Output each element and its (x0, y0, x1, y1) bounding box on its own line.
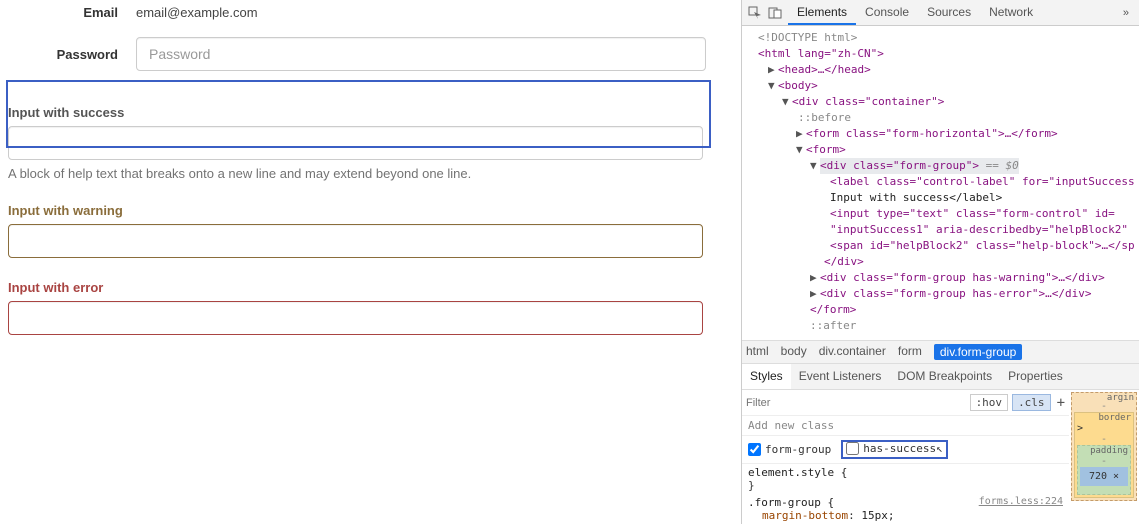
inspect-icon[interactable] (748, 6, 762, 20)
tab-network[interactable]: Network (980, 0, 1042, 25)
tree-error[interactable]: <div class="form-group has-error">…</div… (820, 287, 1092, 300)
crumb-html[interactable]: html (746, 344, 769, 360)
rule-element-style[interactable]: element.style { } (742, 464, 1069, 494)
tree-container[interactable]: <div class="container"> (792, 95, 944, 108)
error-input[interactable] (8, 301, 703, 335)
box-model-content: 720 × (1080, 467, 1128, 486)
styles-body: :hov .cls + Add new class form-group has… (742, 389, 1139, 524)
tree-after[interactable]: ::after (748, 318, 1139, 334)
email-value: email@example.com (136, 5, 733, 20)
styles-tab-styles[interactable]: Styles (742, 364, 791, 389)
styles-tab-props[interactable]: Properties (1000, 364, 1071, 389)
warning-label: Input with warning (8, 203, 733, 218)
tree-formgroup-selected[interactable]: <div class="form-group"> == $0 (820, 158, 1019, 174)
form-group-success: Input with success A block of help text … (8, 105, 733, 181)
filter-row: :hov .cls + (742, 390, 1069, 416)
tree-input[interactable]: <input type="text" class="form-control" … (830, 207, 1115, 220)
tree-formclose[interactable]: </form> (810, 303, 856, 316)
devtools-tabbar: Elements Console Sources Network » (742, 0, 1139, 26)
password-input[interactable] (136, 37, 706, 71)
crumb-body[interactable]: body (781, 344, 807, 360)
crumb-container[interactable]: div.container (819, 344, 886, 360)
email-label: Email (8, 5, 118, 20)
warning-input[interactable] (8, 224, 703, 258)
error-label: Input with error (8, 280, 733, 295)
box-model: argin - >border - padding - 720 × (1069, 390, 1139, 524)
email-row: Email email@example.com (8, 0, 733, 32)
password-row: Password (8, 32, 733, 83)
chk-form-group-box[interactable] (748, 443, 761, 456)
cls-button[interactable]: .cls (1012, 394, 1051, 411)
cursor-icon: ↖ (936, 442, 943, 455)
add-class-input[interactable]: Add new class (742, 416, 1069, 436)
class-toggle-row: form-group has-success↖ (742, 436, 1069, 464)
tree-labeltext[interactable]: Input with success</label> (830, 191, 1002, 204)
tree-divclose[interactable]: </div> (824, 255, 864, 268)
success-input[interactable] (8, 126, 703, 160)
tree-body[interactable]: <body> (778, 79, 818, 92)
tree-warning[interactable]: <div class="form-group has-warning">…</d… (820, 271, 1105, 284)
form-group-warning: Input with warning (8, 203, 733, 258)
chk-form-group[interactable]: form-group (748, 443, 831, 456)
device-icon[interactable] (768, 6, 782, 20)
tab-console[interactable]: Console (856, 0, 918, 25)
success-help-text: A block of help text that breaks onto a … (8, 166, 733, 181)
tree-label[interactable]: <label class="control-label" for="inputS… (830, 175, 1135, 188)
tab-elements[interactable]: Elements (788, 0, 856, 25)
styles-tab-listeners[interactable]: Event Listeners (791, 364, 890, 389)
form-group-error: Input with error (8, 280, 733, 335)
password-label: Password (8, 47, 118, 62)
tree-form-horizontal[interactable]: <form class="form-horizontal">…</form> (806, 127, 1058, 140)
rule-form-group[interactable]: forms.less:224 .form-group { margin-bott… (742, 494, 1069, 524)
tree-doctype[interactable]: <!DOCTYPE html> (748, 30, 1139, 46)
tree-before[interactable]: ::before (748, 110, 1139, 126)
new-style-rule-icon[interactable]: + (1057, 395, 1065, 411)
breadcrumb: html body div.container form div.form-gr… (742, 340, 1139, 363)
tree-html[interactable]: <html lang="zh-CN"> (758, 47, 884, 60)
elements-tree[interactable]: <!DOCTYPE html> <html lang="zh-CN"> ▶<he… (742, 26, 1139, 340)
chk-has-success[interactable]: has-success (846, 442, 936, 455)
page-content: Email email@example.com Password Input w… (0, 0, 741, 524)
styles-tab-dom[interactable]: DOM Breakpoints (889, 364, 1000, 389)
success-label: Input with success (8, 105, 733, 120)
tree-head[interactable]: <head>…</head> (778, 63, 871, 76)
filter-input[interactable] (746, 397, 966, 409)
crumb-formgroup[interactable]: div.form-group (934, 344, 1022, 360)
crumb-form[interactable]: form (898, 344, 922, 360)
hov-button[interactable]: :hov (970, 394, 1009, 411)
devtools-panel: Elements Console Sources Network » <!DOC… (741, 0, 1139, 524)
tree-input2[interactable]: "inputSuccess1" aria-describedby="helpBl… (830, 223, 1128, 236)
rule-source-link[interactable]: forms.less:224 (979, 496, 1063, 507)
tree-span[interactable]: <span id="helpBlock2" class="help-block"… (830, 239, 1135, 252)
chk-has-success-box[interactable] (846, 442, 859, 455)
tabs-overflow[interactable]: » (1113, 7, 1139, 19)
styles-tabs: Styles Event Listeners DOM Breakpoints P… (742, 363, 1139, 389)
tree-form[interactable]: <form> (806, 143, 846, 156)
tab-sources[interactable]: Sources (918, 0, 980, 25)
